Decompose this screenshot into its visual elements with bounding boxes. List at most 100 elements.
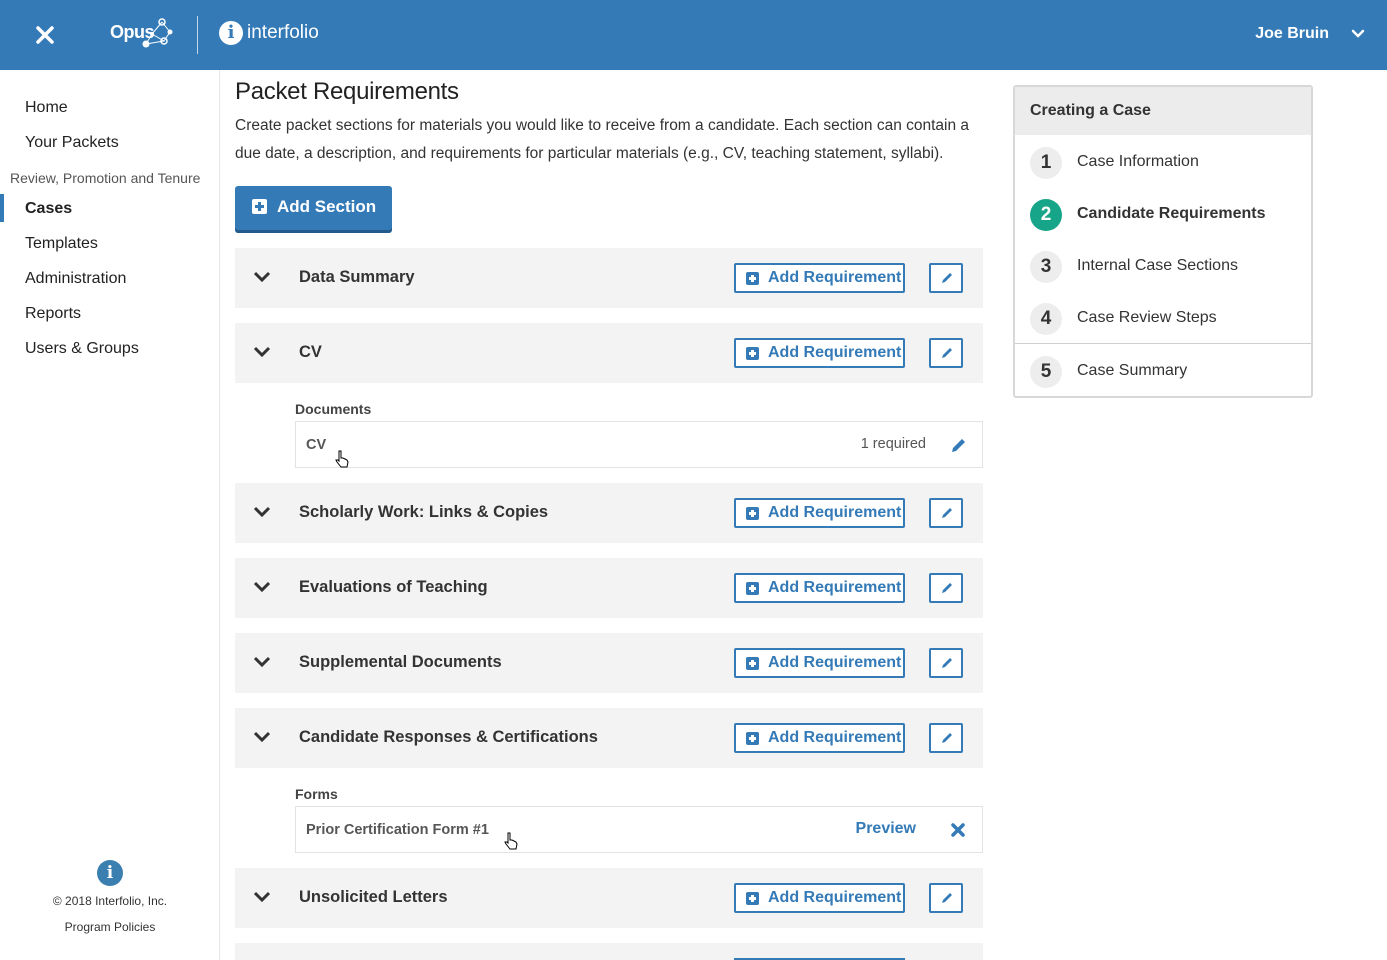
required-count: 1 required [860,436,926,452]
step-label: Case Information [1077,153,1199,170]
info-icon[interactable]: i [97,860,123,886]
sidebar: Home Your Packets Review, Promotion and … [0,70,220,960]
sidebar-item-cases[interactable]: Cases [25,200,72,218]
section-title: Scholarly Work: Links & Copies [299,503,549,521]
pencil-icon [942,893,952,903]
sidebar-item-users-groups[interactable]: Users & Groups [25,340,139,358]
panel-title: Creating a Case [1030,102,1151,119]
header-divider [197,16,198,54]
chevron-down-icon[interactable] [253,345,271,359]
add-requirement-button[interactable]: Add Requirement [734,573,905,603]
pencil-icon [942,658,952,668]
add-requirement-button[interactable]: Add Requirement [734,263,905,293]
step-number: 4 [1030,303,1062,335]
page-description: Create packet sections for materials you… [235,117,970,162]
plus-square-icon [746,892,759,905]
plus-square-icon [746,507,759,520]
chevron-down-icon[interactable] [253,655,271,669]
interfolio-info-icon: i [219,21,243,45]
plus-square-icon [252,199,267,214]
document-row[interactable]: CV 1 required [295,421,983,468]
step-case-summary[interactable]: 5 Case Summary [1015,346,1311,398]
step-internal-case-sections[interactable]: 3 Internal Case Sections [1015,241,1311,293]
section-data-summary: Data Summary Add Requirement [235,248,983,308]
add-requirement-label: Add Requirement [768,654,902,671]
edit-section-button[interactable] [929,723,963,753]
add-section-button[interactable]: Add Section [235,186,392,230]
copyright: © 2018 Interfolio, Inc. [52,894,168,908]
edit-section-button[interactable] [929,573,963,603]
add-requirement-label: Add Requirement [768,344,902,361]
section-candidate-responses: Candidate Responses & Certifications Add… [235,708,983,768]
form-name: Prior Certification Form #1 [306,822,489,838]
sidebar-item-home[interactable]: Home [25,99,68,117]
section-title: Unsolicited Letters [299,888,448,906]
section-title: CV [299,343,322,361]
document-name: CV [306,437,327,453]
add-requirement-label: Add Requirement [768,889,902,906]
add-requirement-label: Add Requirement [768,269,902,286]
add-requirement-button[interactable]: Add Requirement [734,338,905,368]
interfolio-logo-text[interactable]: interfolio [247,22,319,44]
forms-label: Forms [295,786,338,802]
add-requirement-button[interactable]: Add Requirement [734,723,905,753]
add-requirement-button[interactable]: Add Requirement [734,883,905,913]
pencil-icon [942,583,952,593]
step-number: 5 [1030,356,1062,388]
edit-section-button[interactable] [929,648,963,678]
edit-section-button[interactable] [929,498,963,528]
edit-section-button[interactable] [929,883,963,913]
edit-section-button[interactable] [929,263,963,293]
add-requirement-label: Add Requirement [768,504,902,521]
step-label: Case Summary [1077,362,1188,379]
chevron-down-icon[interactable] [253,890,271,904]
sidebar-item-administration[interactable]: Administration [25,270,126,288]
step-number: 1 [1030,147,1062,179]
pencil-icon [942,273,952,283]
chevron-down-icon[interactable] [253,505,271,519]
page-title: Packet Requirements [235,78,459,105]
program-policies-link[interactable]: Program Policies [0,920,220,934]
section-title: Evaluations of Teaching [299,578,488,596]
section-evaluations-of-teaching: Evaluations of Teaching Add Requirement [235,558,983,618]
active-indicator [0,194,4,222]
plus-square-icon [746,347,759,360]
user-menu[interactable]: Joe Bruin [1255,25,1329,43]
section-scholarly-work: Scholarly Work: Links & Copies Add Requi… [235,483,983,543]
edit-section-button[interactable] [929,338,963,368]
chevron-down-icon[interactable] [253,730,271,744]
step-case-review-steps[interactable]: 4 Case Review Steps [1015,293,1311,345]
remove-icon[interactable] [950,822,966,843]
step-number: 2 [1030,199,1062,231]
sidebar-item-templates[interactable]: Templates [25,235,98,253]
sidebar-item-your-packets[interactable]: Your Packets [25,134,119,152]
chevron-down-icon[interactable] [253,270,271,284]
close-icon[interactable] [34,24,56,46]
add-requirement-button[interactable]: Add Requirement [734,648,905,678]
section-supplemental-documents: Supplemental Documents Add Requirement [235,633,983,693]
pencil-icon[interactable] [950,436,968,459]
sidebar-section-heading: Review, Promotion and Tenure [10,170,201,186]
step-candidate-requirements[interactable]: 2 Candidate Requirements [1015,189,1311,241]
pencil-icon [942,508,952,518]
documents-label: Documents [295,401,372,417]
step-case-information[interactable]: 1 Case Information [1015,137,1311,189]
add-requirement-label: Add Requirement [768,579,902,596]
form-row[interactable]: Prior Certification Form #1 Preview [295,806,983,853]
opus-network-icon [138,16,178,56]
section-title: Data Summary [299,268,415,286]
creating-case-panel: Creating a Case 1 Case Information 2 Can… [1013,85,1313,398]
step-number: 3 [1030,251,1062,283]
chevron-down-icon[interactable] [1351,27,1365,41]
hand-cursor-icon [335,450,349,468]
plus-square-icon [746,582,759,595]
sidebar-item-reports[interactable]: Reports [25,305,81,323]
pencil-icon [942,348,952,358]
add-requirement-button[interactable]: Add Requirement [734,498,905,528]
preview-link[interactable]: Preview [856,820,916,838]
add-section-label: Add Section [277,197,377,216]
section-title: Supplemental Documents [299,653,502,671]
section-partial [235,943,983,960]
section-cv: CV Add Requirement [235,323,983,383]
chevron-down-icon[interactable] [253,580,271,594]
